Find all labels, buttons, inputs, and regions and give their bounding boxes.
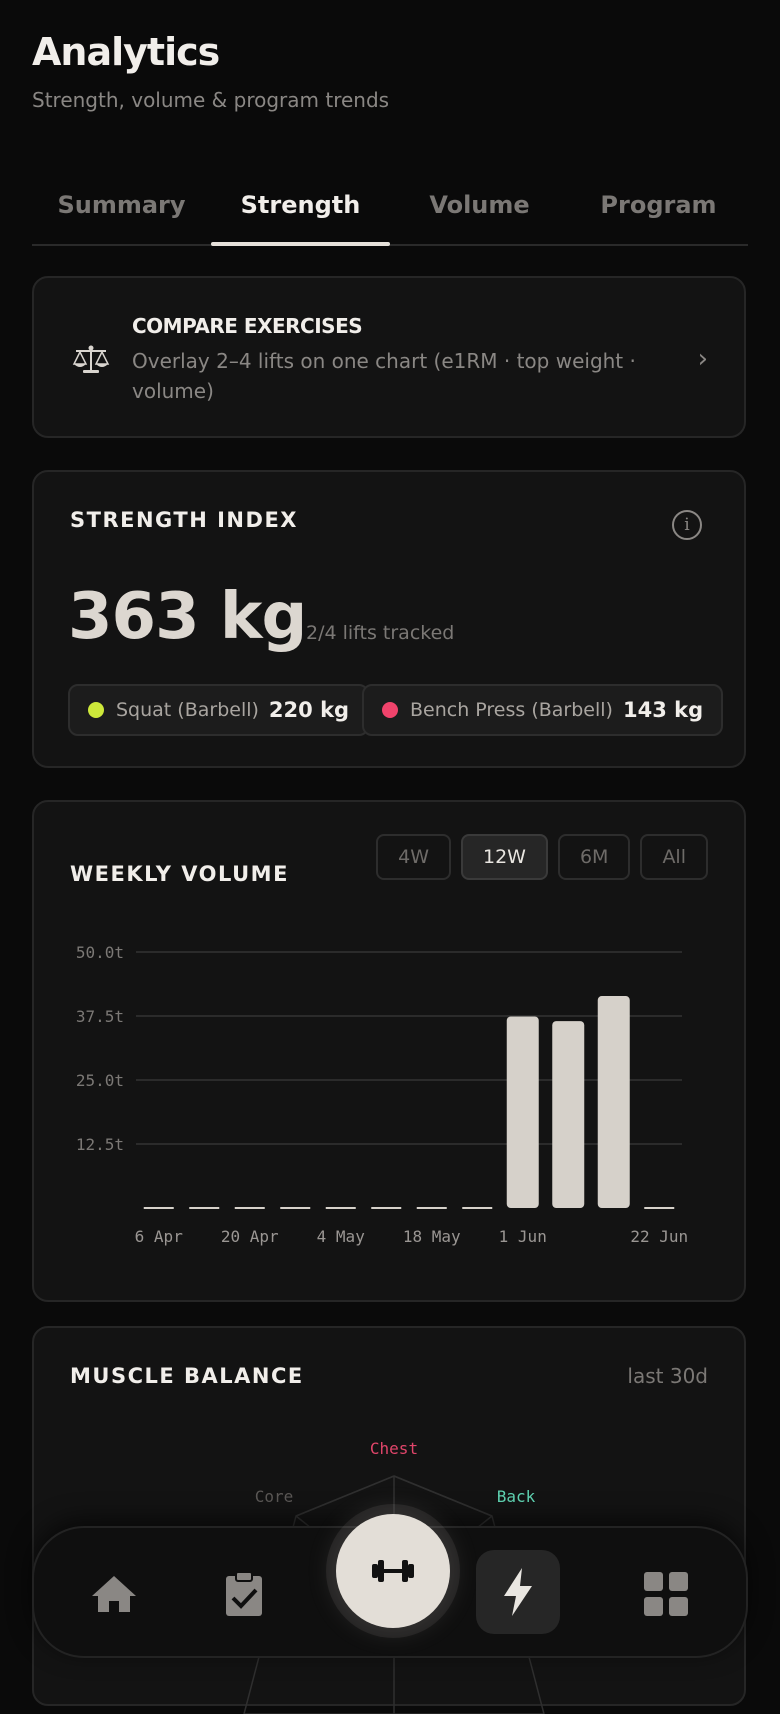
dumbbell-icon (372, 1560, 414, 1582)
strength-index-value: 363 kg (68, 580, 307, 654)
page-subtitle: Strength, volume & program trends (32, 88, 390, 112)
compare-description: Overlay 2–4 lifts on one chart (e1RM · t… (132, 349, 636, 403)
x-tick-label: 20 Apr (221, 1227, 279, 1246)
info-icon[interactable]: i (672, 510, 702, 540)
range-12w-button[interactable]: 12W (460, 834, 548, 880)
x-tick-label: 22 Jun (630, 1227, 688, 1246)
clipboard-check-icon[interactable] (216, 1566, 272, 1622)
y-tick-label: 50.0t (76, 943, 124, 962)
axis-label-core: Core (255, 1487, 294, 1506)
axis-label-chest: Chest (370, 1439, 418, 1458)
analytics-nav-button[interactable] (476, 1550, 560, 1634)
tab-program[interactable]: Program (569, 170, 748, 244)
x-tick-label: 18 May (403, 1227, 461, 1246)
scale-icon (72, 345, 110, 373)
x-tick-label: 6 Apr (135, 1227, 184, 1246)
strength-index-title: STRENGTH INDEX (70, 508, 298, 532)
range-all-button[interactable]: All (640, 834, 708, 880)
range-selector: 4W 12W 6M All (376, 834, 708, 880)
x-tick-label: 4 May (317, 1227, 366, 1246)
y-tick-label: 12.5t (76, 1135, 124, 1154)
x-tick-label: 1 Jun (499, 1227, 547, 1246)
period-label: last 30d (627, 1364, 708, 1388)
grid-icon[interactable] (638, 1566, 694, 1622)
tab-strength[interactable]: Strength (211, 170, 390, 246)
range-4w-button[interactable]: 4W (376, 834, 451, 880)
lift-value: 143 kg (622, 698, 704, 722)
volume-bar (597, 996, 630, 1208)
weekly-volume-chart: 12.5t 25.0t 37.5t 50.0t 6 Apr 20 Apr 4 May 18 M… (76, 943, 688, 1246)
lift-name: Squat (Barbell) (116, 699, 259, 721)
range-6m-button[interactable]: 6M (557, 834, 631, 880)
weekly-volume-card: WEEKLY VOLUME 4W 12W 6M All 12.5t 25.0t 37… (32, 800, 746, 1302)
start-workout-button[interactable] (336, 1514, 450, 1628)
lightning-icon (504, 1568, 532, 1616)
squat-color-dot (88, 702, 104, 718)
volume-bar (506, 1016, 539, 1208)
home-icon[interactable] (86, 1566, 142, 1622)
page-title: Analytics (32, 30, 220, 74)
bottom-nav (32, 1514, 748, 1658)
lift-chip-squat[interactable]: Squat (Barbell) 220 kg (68, 684, 370, 736)
lift-value: 220 kg (268, 698, 350, 722)
tab-summary[interactable]: Summary (32, 170, 211, 244)
y-tick-label: 25.0t (76, 1071, 124, 1090)
tab-bar: Summary Strength Volume Program (32, 170, 748, 246)
lifts-tracked-label: 2/4 lifts tracked (306, 622, 455, 644)
lift-chip-bench-press[interactable]: Bench Press (Barbell) 143 kg (362, 684, 724, 736)
weekly-volume-title: WEEKLY VOLUME (70, 862, 289, 886)
compare-exercises-card[interactable]: COMPARE EXERCISES Overlay 2–4 lifts on o… (32, 276, 746, 438)
chevron-right-icon: › (697, 344, 708, 374)
compare-title: COMPARE EXERCISES (132, 314, 363, 338)
strength-index-card: STRENGTH INDEX i 363 kg 2/4 lifts tracke… (32, 470, 746, 768)
tab-volume[interactable]: Volume (390, 170, 569, 244)
y-tick-label: 37.5t (76, 1007, 124, 1026)
axis-label-back: Back (497, 1487, 536, 1506)
bench-color-dot (382, 702, 398, 718)
lift-name: Bench Press (Barbell) (410, 699, 613, 721)
volume-bar (552, 1021, 585, 1208)
muscle-balance-title: MUSCLE BALANCE (70, 1364, 304, 1388)
